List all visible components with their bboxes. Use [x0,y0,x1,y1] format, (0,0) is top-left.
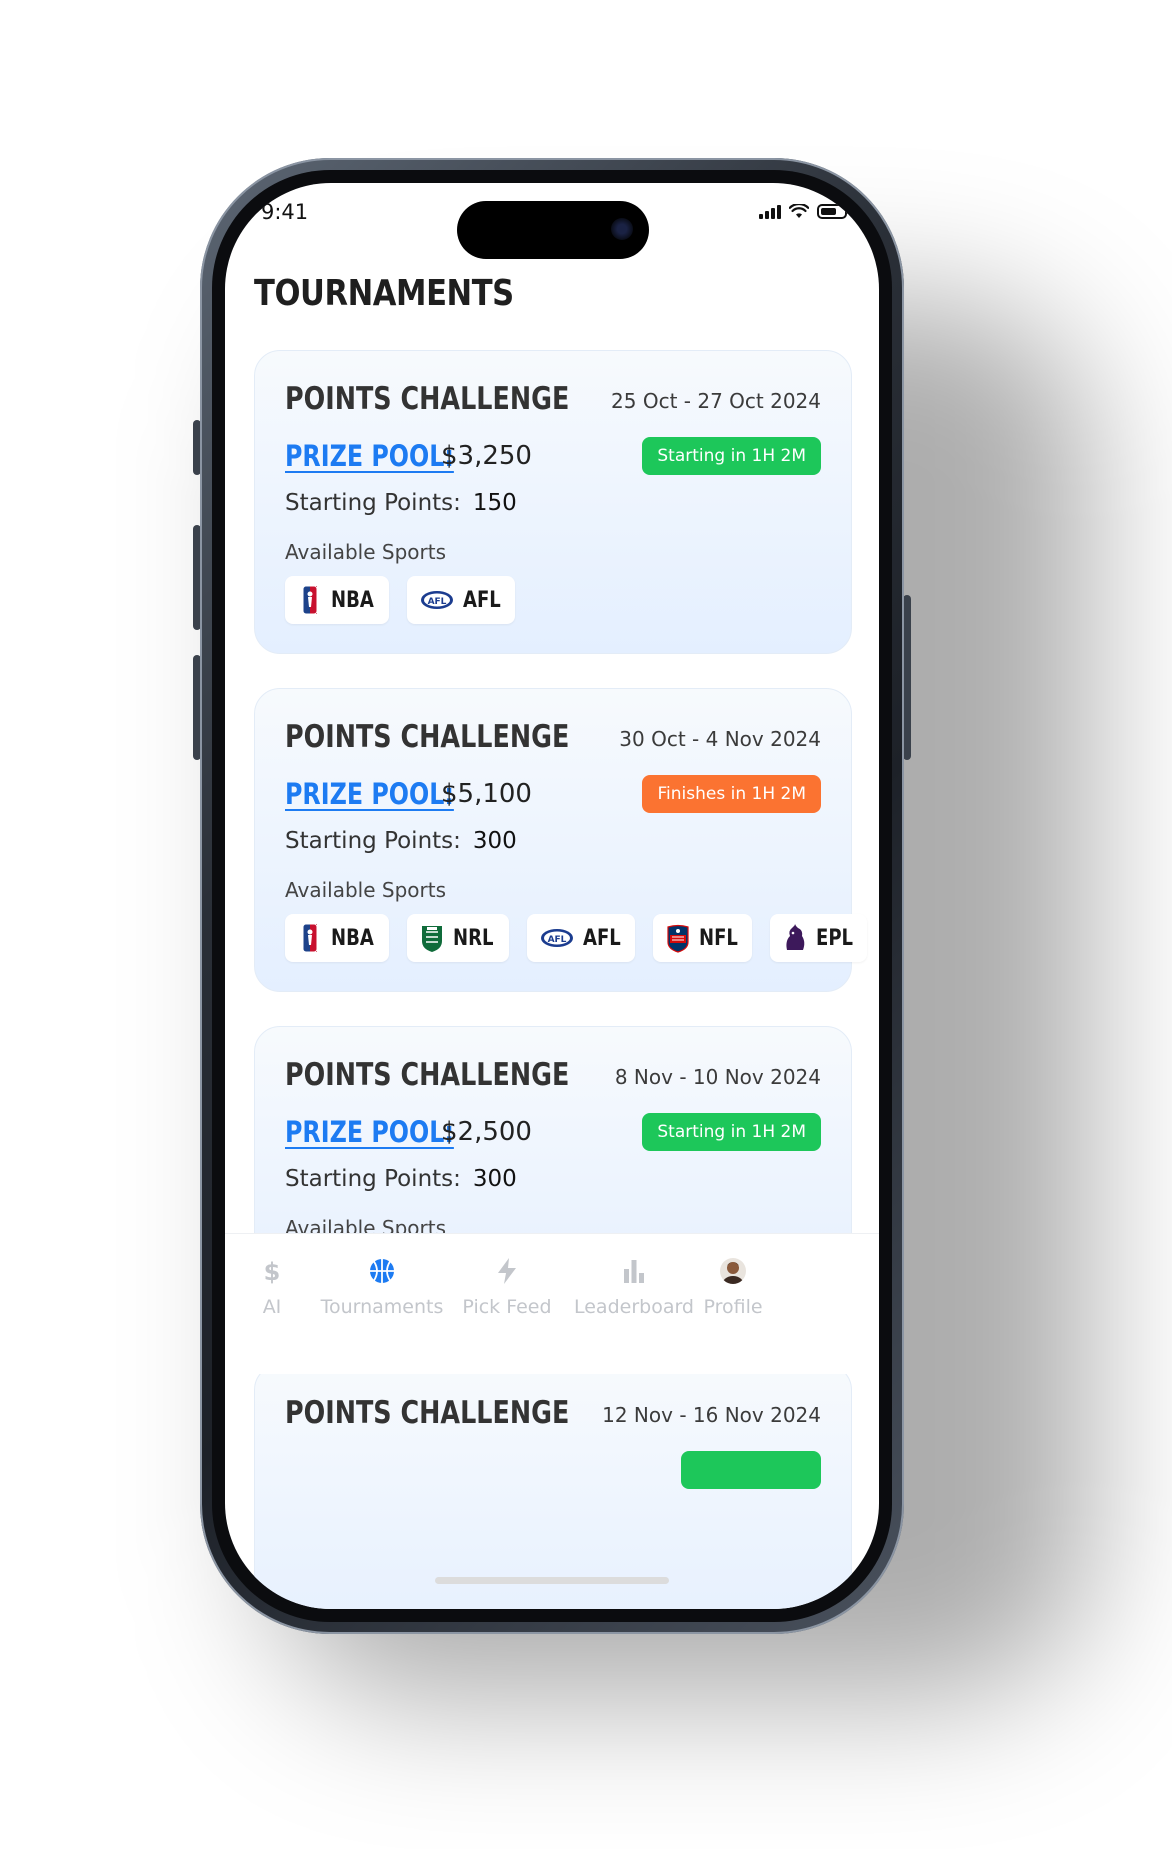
status-badge: Starting in 1H 2M [642,437,821,475]
sport-chip-nfl: NFL [652,914,753,962]
available-sports-label: Available Sports [285,540,446,564]
tab-label: Profile [703,1296,763,1318]
card-title: POINTS CHALLENGE [285,719,570,755]
card-dates: 12 Nov - 16 Nov 2024 [602,1403,821,1427]
sport-chip-nba: NBA [285,914,390,962]
card-title: POINTS CHALLENGE [285,1395,570,1431]
prize-pool-label: PRIZE POOL: [285,439,454,473]
home-indicator[interactable] [435,1577,669,1584]
tab-label: Tournaments [320,1296,444,1318]
battery-icon [817,204,850,219]
sport-chip-nba: NBA [285,576,390,624]
tab-leaderboard[interactable]: Leaderboard [569,1234,699,1318]
afl-logo-icon: AFL [419,585,455,615]
wifi-icon [789,204,809,218]
starting-points: Starting Points: 300 [285,828,517,854]
svg-text:AFL: AFL [547,935,566,945]
tab-ai[interactable]: $ AI [247,1234,297,1318]
status-badge: Finishes in 1H 2M [642,775,821,813]
sports-list: NBA AFL AFL [285,576,516,624]
tournament-card[interactable]: POINTS CHALLENGE 12 Nov - 16 Nov 2024 [254,1364,852,1609]
tab-label: Pick Feed [462,1296,552,1318]
sport-label: EPL [816,925,854,951]
basketball-icon [370,1259,394,1283]
status-icons [759,203,850,219]
front-camera [611,218,633,240]
card-title: POINTS CHALLENGE [285,1057,570,1093]
dollar-icon: $ [264,1258,281,1286]
sport-label: NFL [698,925,738,951]
status-time: 9:41 [261,200,309,224]
avatar [720,1258,746,1284]
status-badge: Starting in 1H 2M [642,1113,821,1151]
tab-bar: $ AI Tournaments Pick Feed Leaderboard P… [225,1233,879,1374]
starting-points-label: Starting Points: [285,828,461,854]
sport-label: AFL [463,587,502,613]
phone-screen: 9:41 TOURNAMENTS POINTS CHALLENGE 25 Oct… [225,183,879,1609]
card-dates: 25 Oct - 27 Oct 2024 [611,389,821,413]
tab-label: Leaderboard [573,1296,694,1318]
tournament-list[interactable]: POINTS CHALLENGE 25 Oct - 27 Oct 2024 PR… [254,350,868,1609]
sport-label: NBA [331,925,374,951]
bar-chart-icon [624,1260,644,1283]
cellular-signal-icon [759,203,781,219]
starting-points: Starting Points: 150 [285,490,517,516]
sport-label: AFL [582,925,621,951]
sport-label: NRL [453,925,494,951]
nba-logo-icon [297,585,323,615]
card-dates: 8 Nov - 10 Nov 2024 [614,1065,821,1089]
available-sports-label: Available Sports [285,878,446,902]
sport-chip-epl: EPL [770,914,868,962]
prize-pool-label: PRIZE POOL: [285,1115,454,1149]
nba-logo-icon [297,923,323,953]
status-badge [681,1451,821,1489]
tab-label: AI [262,1296,282,1318]
card-dates: 30 Oct - 4 Nov 2024 [619,727,821,751]
sport-chip-nrl: NRL [407,914,509,962]
nfl-logo-icon [665,923,691,953]
starting-points: Starting Points: 300 [285,1166,517,1192]
starting-points-value: 300 [472,828,517,854]
prize-pool-value: $2,500 [441,1117,532,1147]
starting-points-value: 150 [472,490,517,516]
prize-pool-value: $3,250 [441,441,532,471]
lightning-icon [498,1258,516,1284]
side-button [903,595,911,760]
prize-pool-value: $5,100 [441,779,532,809]
tab-tournaments[interactable]: Tournaments [317,1234,447,1318]
epl-logo-icon [782,923,808,953]
starting-points-label: Starting Points: [285,490,461,516]
starting-points-value: 300 [472,1166,517,1192]
svg-text:$: $ [264,1258,281,1286]
sports-list: NBA NRL AFL AFL NFL EPL [285,914,868,962]
sport-label: NBA [331,587,374,613]
prize-pool-label: PRIZE POOL: [285,777,454,811]
starting-points-label: Starting Points: [285,1166,461,1192]
tournament-card[interactable]: POINTS CHALLENGE 30 Oct - 4 Nov 2024 PRI… [254,688,868,992]
dynamic-island [457,201,649,259]
sport-chip-afl: AFL AFL [526,914,635,962]
sport-chip-afl: AFL AFL [407,576,516,624]
svg-text:AFL: AFL [428,597,447,607]
page-title: TOURNAMENTS [254,273,514,314]
tab-pick-feed[interactable]: Pick Feed [457,1234,557,1318]
tab-profile[interactable]: Profile [703,1234,763,1318]
tournament-card[interactable]: POINTS CHALLENGE 25 Oct - 27 Oct 2024 PR… [254,350,852,654]
nrl-logo-icon [419,923,445,953]
card-title: POINTS CHALLENGE [285,381,570,417]
afl-logo-icon: AFL [539,923,575,953]
